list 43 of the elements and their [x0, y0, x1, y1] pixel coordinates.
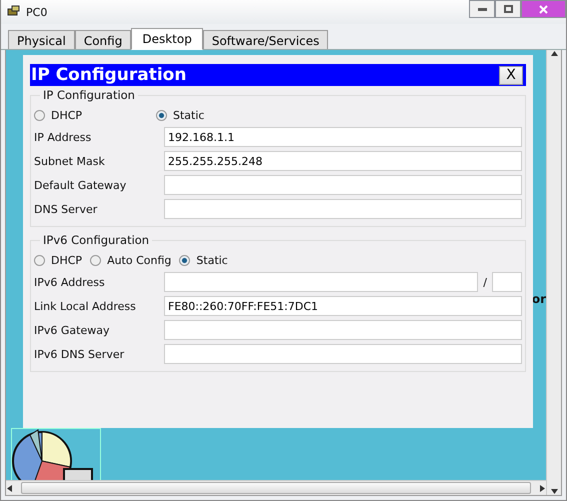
- arrow-icon[interactable]: [6, 484, 13, 492]
- field-label: IPv6 DNS Server: [34, 348, 126, 360]
- radio-option[interactable]: Static: [179, 254, 228, 266]
- minimize-icon: [478, 8, 486, 10]
- input-field[interactable]: [164, 175, 522, 195]
- radio-option[interactable]: Static: [156, 108, 278, 122]
- input-field[interactable]: 255.255.255.248: [164, 151, 522, 171]
- field-label: Default Gateway: [34, 178, 128, 192]
- group-label: IP Configuration: [42, 88, 136, 102]
- field-label: Link Local Address: [34, 300, 137, 312]
- vertical-scrollbar[interactable]: [546, 50, 561, 495]
- maximize-button[interactable]: [495, 0, 521, 18]
- input-field[interactable]: [164, 344, 522, 364]
- field-label: IP Address: [34, 130, 92, 144]
- maximize-icon: [504, 5, 512, 13]
- radio-option[interactable]: Auto Config: [90, 254, 172, 266]
- field-label: IPv6 Address: [34, 276, 106, 288]
- arrow-icon[interactable]: [550, 50, 558, 57]
- input-field[interactable]: FE80::260:70FF:FE51:7DC1: [164, 296, 522, 316]
- tab[interactable]: Config: [74, 30, 132, 49]
- field-label: Subnet Mask: [34, 154, 106, 168]
- input-field[interactable]: [164, 320, 522, 340]
- group-label: IPv6 Configuration: [42, 233, 150, 247]
- radio-option[interactable]: DHCP: [34, 108, 156, 122]
- prefix-field[interactable]: [492, 272, 522, 292]
- radio-option[interactable]: DHCP: [34, 254, 82, 266]
- tab[interactable]: Physical: [8, 30, 75, 49]
- horizontal-scrollbar[interactable]: [6, 480, 546, 495]
- input-field[interactable]: [164, 199, 522, 219]
- close-button[interactable]: [521, 0, 566, 18]
- tab[interactable]: Desktop: [131, 28, 203, 50]
- close-button[interactable]: X: [499, 66, 523, 84]
- input-field[interactable]: [164, 272, 478, 292]
- tab[interactable]: Software/Services: [202, 30, 328, 49]
- separator-text: /: [483, 276, 487, 288]
- close-icon: [539, 4, 548, 14]
- window-title: PC0: [26, 6, 48, 18]
- minimize-button[interactable]: [469, 0, 495, 18]
- background-text: or: [532, 292, 546, 306]
- input-field[interactable]: 192.168.1.1: [164, 127, 522, 147]
- field-label: IPv6 Gateway: [34, 324, 110, 336]
- dialog-title: IP Configuration: [31, 65, 186, 85]
- field-label: DNS Server: [34, 202, 98, 216]
